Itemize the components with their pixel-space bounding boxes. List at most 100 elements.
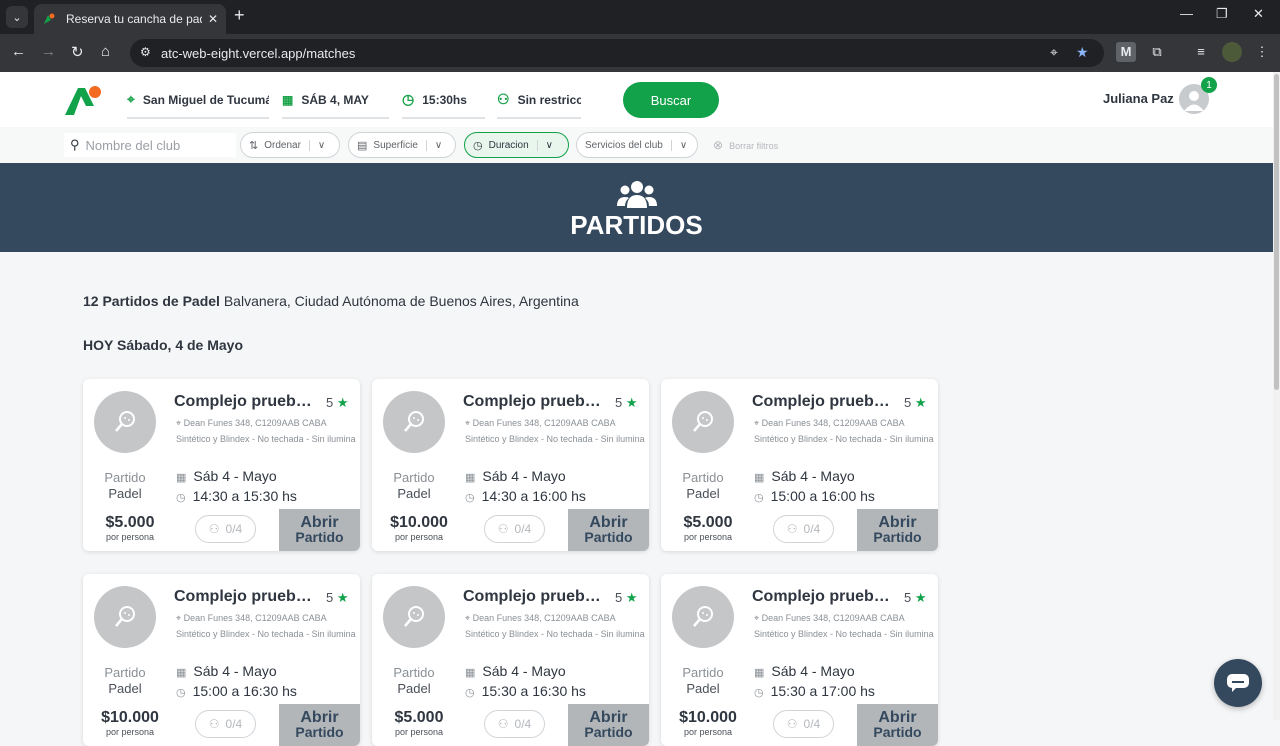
services-filter[interactable]: Servicios del club ∨ xyxy=(576,132,698,158)
match-card[interactable]: Partido Padel Complejo prueba 1 5 ★ ⌖ De… xyxy=(661,574,938,746)
club-name[interactable]: Complejo prueba 1 xyxy=(174,588,312,606)
media-control-icon[interactable]: ≡ xyxy=(1191,42,1211,62)
match-time: ◷ 15:00 a 16:00 hs xyxy=(754,488,875,504)
map-pin-icon: ⌖ xyxy=(754,418,760,428)
order-filter[interactable]: ⇅ Ordenar ∨ xyxy=(240,132,340,158)
restriction-field[interactable]: ⚇ Sin restricción xyxy=(497,82,581,119)
map-pin-icon: ⌖ xyxy=(176,613,182,623)
person-icon: ⚇ xyxy=(786,522,798,536)
club-name[interactable]: Complejo prueba 1 xyxy=(463,588,601,606)
page-title: PARTIDOS xyxy=(570,210,703,240)
match-price: $5.000 xyxy=(105,514,155,531)
match-time: ◷ 14:30 a 16:00 hs xyxy=(465,488,586,504)
match-type: Partido Padel xyxy=(104,470,146,501)
match-card[interactable]: Partido Padel Complejo prueba 1 5 ★ ⌖ De… xyxy=(83,574,360,746)
club-name[interactable]: Complejo prueba 1 xyxy=(752,588,890,606)
scrollbar-thumb[interactable] xyxy=(1274,74,1279,390)
open-match-button[interactable]: Abrir Partido xyxy=(568,509,649,551)
club-address: ⌖ Dean Funes 348, C1209AAB CABA xyxy=(176,613,327,623)
time-field[interactable]: ◷ 15:30hs xyxy=(402,82,485,119)
back-icon[interactable]: ← xyxy=(11,43,26,60)
open-match-button[interactable]: Abrir Partido xyxy=(857,704,938,746)
star-icon: ★ xyxy=(625,590,638,605)
player-slots: ⚇ 0/4 xyxy=(773,710,834,738)
bookmark-star-icon[interactable]: ★ xyxy=(1076,44,1089,61)
club-name[interactable]: Complejo prueba 1 xyxy=(463,393,601,411)
star-icon: ★ xyxy=(625,395,638,410)
club-rating: 5 ★ xyxy=(615,590,638,605)
browser-tab-bar: ⌄ Reserva tu cancha de padel o fú ✕ + — … xyxy=(0,0,1280,34)
match-type: Partido Padel xyxy=(682,470,724,501)
match-card[interactable]: Partido Padel Complejo prueba 1 5 ★ ⌖ De… xyxy=(83,379,360,551)
date-field[interactable]: ▦ SÁB 4, MAY xyxy=(282,82,389,119)
new-tab-icon[interactable]: + xyxy=(234,5,245,26)
extensions-puzzle-icon[interactable]: ⧉ xyxy=(1147,42,1167,62)
minimize-icon[interactable]: — xyxy=(1180,6,1193,21)
match-card[interactable]: Partido Padel Complejo prueba 1 5 ★ ⌖ De… xyxy=(661,379,938,551)
price-unit: por persona xyxy=(394,532,444,542)
browser-menu-icon[interactable]: ⋮ xyxy=(1252,42,1272,62)
match-price: $10.000 xyxy=(101,709,159,726)
profile-avatar-icon[interactable] xyxy=(1222,42,1242,62)
person-icon: ⚇ xyxy=(208,522,220,536)
duration-filter[interactable]: ◷ Duracion ∨ xyxy=(464,132,569,158)
club-name[interactable]: Complejo prueba 1 xyxy=(752,393,890,411)
match-price: $10.000 xyxy=(679,709,737,726)
club-address: ⌖ Dean Funes 348, C1209AAB CABA xyxy=(176,418,327,428)
surface-filter[interactable]: ▤ Superficie ∨ xyxy=(348,132,456,158)
chat-button[interactable] xyxy=(1214,659,1262,707)
clock-icon: ◷ xyxy=(465,492,475,504)
match-type: Partido Padel xyxy=(393,470,435,501)
home-icon[interactable]: ⌂ xyxy=(101,43,110,60)
clock-icon: ◷ xyxy=(176,687,186,699)
calendar-icon: ▦ xyxy=(176,667,187,679)
club-rating: 5 ★ xyxy=(326,590,349,605)
match-date: ▦ Sáb 4 - Mayo xyxy=(465,663,566,679)
padel-racket-icon xyxy=(672,391,734,453)
match-date: ▦ Sáb 4 - Mayo xyxy=(176,663,277,679)
match-date: ▦ Sáb 4 - Mayo xyxy=(754,468,855,484)
reload-icon[interactable]: ↻ xyxy=(71,43,84,61)
star-icon: ★ xyxy=(336,590,349,605)
location-field[interactable]: ⌖ San Miguel de Tucumán xyxy=(127,82,269,119)
location-pin-icon: ⌖ xyxy=(127,91,135,107)
open-match-button[interactable]: Abrir Partido xyxy=(568,704,649,746)
match-date: ▦ Sáb 4 - Mayo xyxy=(754,663,855,679)
location-pin-icon[interactable]: ⌖ xyxy=(1050,44,1058,61)
window-close-icon[interactable]: ✕ xyxy=(1253,6,1264,22)
calendar-icon: ▦ xyxy=(282,92,294,107)
forward-icon[interactable]: → xyxy=(41,43,56,60)
match-type: Partido Padel xyxy=(682,665,724,696)
player-slots: ⚇ 0/4 xyxy=(773,515,834,543)
tab-search-button[interactable]: ⌄ xyxy=(6,6,28,28)
address-bar[interactable]: ⚙ atc-web-eight.vercel.app/matches ⌖ ★ xyxy=(130,39,1104,67)
clock-icon: ◷ xyxy=(754,687,764,699)
extension-m-icon[interactable]: M xyxy=(1116,42,1136,62)
site-info-icon[interactable]: ⚙ xyxy=(140,45,151,59)
browser-toolbar: ← → ↻ ⌂ ⚙ atc-web-eight.vercel.app/match… xyxy=(0,34,1280,72)
club-search-input[interactable]: ⚲ Nombre del club xyxy=(64,133,236,157)
user-name[interactable]: Juliana Paz xyxy=(1103,91,1174,106)
players-icon: ⚇ xyxy=(497,91,510,107)
match-card[interactable]: Partido Padel Complejo prueba 1 5 ★ ⌖ De… xyxy=(372,379,649,551)
restore-icon[interactable]: ❐ xyxy=(1216,6,1228,22)
open-match-button[interactable]: Abrir Partido xyxy=(279,704,360,746)
club-rating: 5 ★ xyxy=(904,395,927,410)
club-address: ⌖ Dean Funes 348, C1209AAB CABA xyxy=(754,418,905,428)
person-icon: ⚇ xyxy=(497,717,509,731)
clear-filters-button[interactable]: ⊗ Borrar filtros xyxy=(713,138,778,152)
results-location: Balvanera, Ciudad Autónoma de Buenos Air… xyxy=(223,293,579,309)
map-pin-icon: ⌖ xyxy=(754,613,760,623)
match-price: $10.000 xyxy=(390,514,448,531)
notification-badge[interactable]: 1 xyxy=(1201,77,1217,93)
star-icon: ★ xyxy=(914,590,927,605)
club-name[interactable]: Complejo prueba 1 xyxy=(174,393,312,411)
tab-close-icon[interactable]: ✕ xyxy=(208,12,218,26)
browser-tab[interactable]: Reserva tu cancha de padel o fú ✕ xyxy=(34,4,226,34)
atc-logo[interactable] xyxy=(64,84,102,116)
search-button[interactable]: Buscar xyxy=(623,82,719,118)
open-match-button[interactable]: Abrir Partido xyxy=(279,509,360,551)
search-icon: ⚲ xyxy=(70,137,80,152)
open-match-button[interactable]: Abrir Partido xyxy=(857,509,938,551)
match-card[interactable]: Partido Padel Complejo prueba 1 5 ★ ⌖ De… xyxy=(372,574,649,746)
